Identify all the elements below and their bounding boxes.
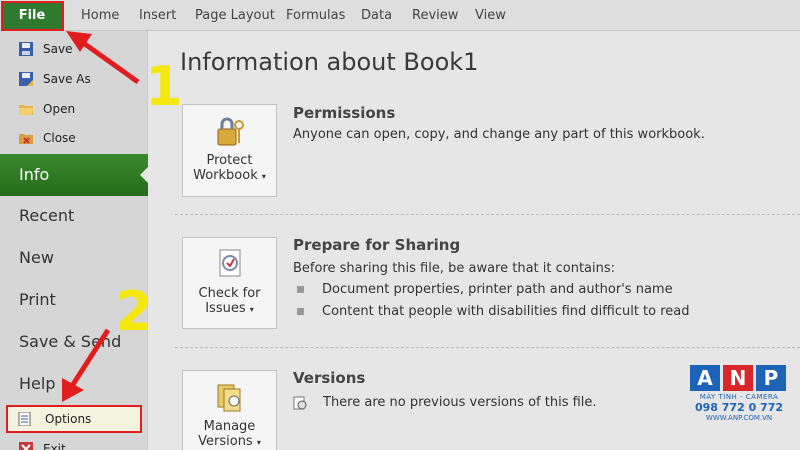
step-number-2: 2	[115, 280, 153, 343]
step-number-1: 1	[145, 55, 183, 118]
logo-letter: A	[690, 365, 720, 391]
logo-url: WWW.ANP.COM.VN	[705, 414, 773, 422]
logo-subtitle: MÁY TÍNH - CAMERA	[699, 393, 779, 401]
annotation-overlay	[62, 31, 140, 402]
logo-letter: N	[723, 365, 753, 391]
anp-watermark-logo: A N P MÁY TÍNH - CAMERA 098 772 0 772 WW…	[690, 365, 788, 422]
arrow-1	[66, 31, 140, 85]
logo-letter: P	[756, 365, 786, 391]
logo-phone: 098 772 0 772	[694, 401, 784, 414]
arrow-2	[62, 328, 111, 402]
